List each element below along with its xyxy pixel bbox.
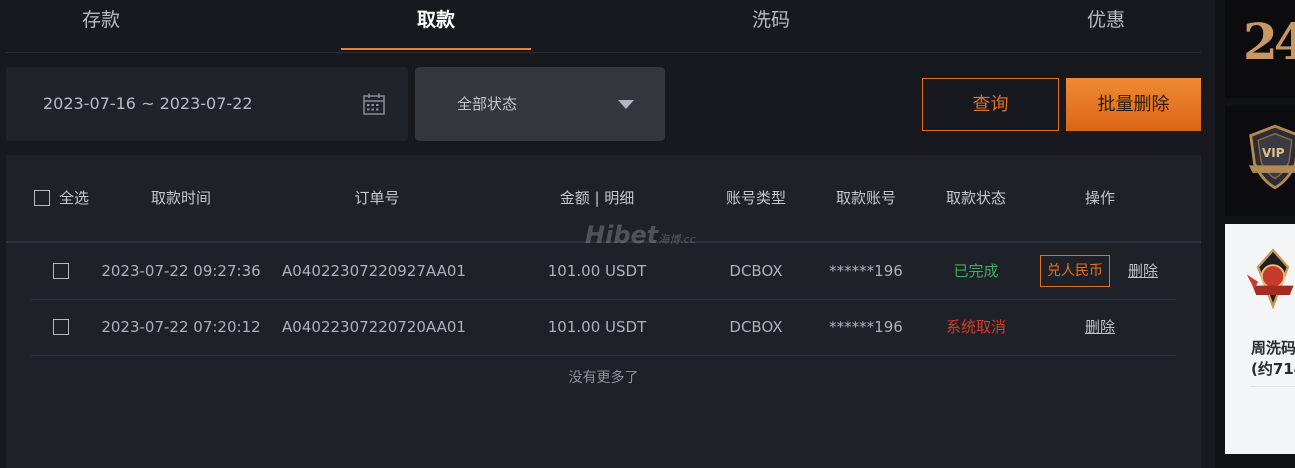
- row-account-type: DCBOX: [729, 318, 783, 336]
- sidebar-card-weekly-rebate[interactable]: 周洗码 (约714: [1225, 224, 1295, 454]
- tab-withdraw[interactable]: 取款: [341, 0, 531, 50]
- withdraw-table: 全选 取款时间 订单号 金额 | 明细 账号类型 取款账号 取款状态 操作 20…: [6, 155, 1201, 468]
- date-range-value: 2023-07-16 ~ 2023-07-22: [43, 94, 253, 113]
- row-account-type: DCBOX: [729, 262, 783, 280]
- vip-text: VIP: [1262, 146, 1285, 160]
- row-account: ******196: [829, 318, 903, 336]
- row-order-number: A04022307220720AA01: [282, 318, 466, 336]
- table-row: 2023-07-22 09:27:36 A04022307220927AA01 …: [31, 243, 1176, 300]
- withdraw-page: 存款 取款 洗码 优惠 2023-07-16 ~ 2023-07-22 全部状态…: [0, 0, 1215, 468]
- tab-bar: 存款 取款 洗码 优惠: [6, 0, 1201, 53]
- exchange-rmb-button[interactable]: 兑人民币: [1040, 255, 1110, 287]
- query-button[interactable]: 查询: [922, 78, 1059, 131]
- watermark-brand: Hibet: [585, 221, 659, 249]
- row-amount[interactable]: 101.00 USDT: [548, 243, 646, 299]
- poker-chip-badge-icon: [1246, 248, 1294, 310]
- row-time: 2023-07-22 07:20:12: [101, 318, 261, 336]
- no-more-text: 没有更多了: [568, 370, 639, 386]
- calendar-icon[interactable]: [363, 93, 385, 115]
- select-all-label[interactable]: 全选: [59, 155, 89, 241]
- row-status: 已完成: [953, 262, 999, 280]
- status-select-value: 全部状态: [457, 95, 518, 113]
- row-amount[interactable]: 101.00 USDT: [548, 299, 646, 355]
- column-header-actions: 操作: [1084, 189, 1116, 207]
- watermark-domain: .cc: [680, 233, 696, 246]
- status-select[interactable]: 全部状态: [415, 67, 665, 141]
- brand-watermark: Hibet海博.cc: [585, 221, 696, 249]
- select-all-checkbox[interactable]: [34, 190, 50, 206]
- chevron-down-icon: [618, 100, 634, 109]
- weekly-rebate-title: 周洗码: [1251, 339, 1295, 357]
- card-divider: [1251, 386, 1295, 387]
- delete-link[interactable]: 删除: [1085, 299, 1115, 355]
- row-order-number: A04022307220927AA01: [282, 262, 466, 280]
- sidebar-card-24h[interactable]: 24: [1225, 0, 1295, 98]
- card-24-text: 24: [1243, 12, 1295, 71]
- column-header-account: 取款账号: [835, 189, 897, 207]
- table-row: 2023-07-22 07:20:12 A04022307220720AA01 …: [31, 299, 1176, 356]
- column-header-time: 取款时间: [150, 189, 212, 207]
- column-header-order: 订单号: [354, 189, 400, 207]
- column-header-status: 取款状态: [945, 189, 1007, 207]
- batch-delete-button[interactable]: 批量删除: [1066, 78, 1201, 131]
- tab-deposit[interactable]: 存款: [6, 0, 196, 50]
- row-checkbox[interactable]: [53, 263, 69, 279]
- weekly-rebate-amount: (约714: [1251, 360, 1295, 378]
- column-header-account-type: 账号类型: [725, 189, 787, 207]
- active-tab-indicator: [341, 48, 531, 50]
- tab-rebate[interactable]: 洗码: [676, 0, 866, 50]
- row-account: ******196: [829, 262, 903, 280]
- watermark-sub: 海博: [658, 233, 681, 246]
- date-range-picker[interactable]: 2023-07-16 ~ 2023-07-22: [6, 67, 408, 141]
- row-status: 系统取消: [945, 318, 1007, 336]
- right-sidebar: 24 VIP 周洗码 (约714: [1215, 0, 1295, 468]
- row-checkbox[interactable]: [53, 319, 69, 335]
- tab-promotion[interactable]: 优惠: [1011, 0, 1201, 50]
- delete-link[interactable]: 删除: [1128, 243, 1158, 299]
- row-time: 2023-07-22 09:27:36: [101, 262, 261, 280]
- sidebar-card-vip[interactable]: VIP: [1225, 106, 1295, 216]
